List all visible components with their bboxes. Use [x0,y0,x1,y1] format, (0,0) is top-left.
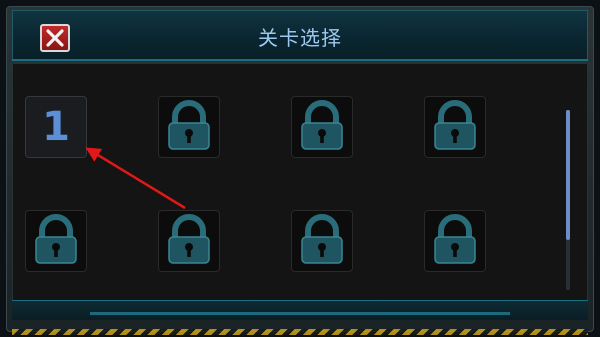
scrollbar-thumb[interactable] [566,110,570,240]
lock-icon [35,214,77,264]
level-select-screen: 关卡选择 1 [0,0,600,337]
level-tile-4-locked[interactable] [424,96,486,158]
header-divider [12,59,588,61]
level-tile-3-locked[interactable] [291,96,353,158]
page-title: 关卡选择 [258,26,342,50]
lock-icon [168,100,210,150]
bottom-bar [12,300,588,320]
lock-icon [168,214,210,264]
level-tile-1[interactable]: 1 [25,96,87,158]
lock-icon [301,214,343,264]
level-tile-5-locked[interactable] [25,210,87,272]
lock-icon [434,214,476,264]
level-tile-8-locked[interactable] [424,210,486,272]
level-number: 1 [42,104,70,150]
hazard-stripes [12,329,588,335]
lock-icon [434,100,476,150]
level-tile-6-locked[interactable] [158,210,220,272]
level-tile-7-locked[interactable] [291,210,353,272]
level-tile-2-locked[interactable] [158,96,220,158]
lock-icon [301,100,343,150]
bottom-glow-line [90,312,510,315]
